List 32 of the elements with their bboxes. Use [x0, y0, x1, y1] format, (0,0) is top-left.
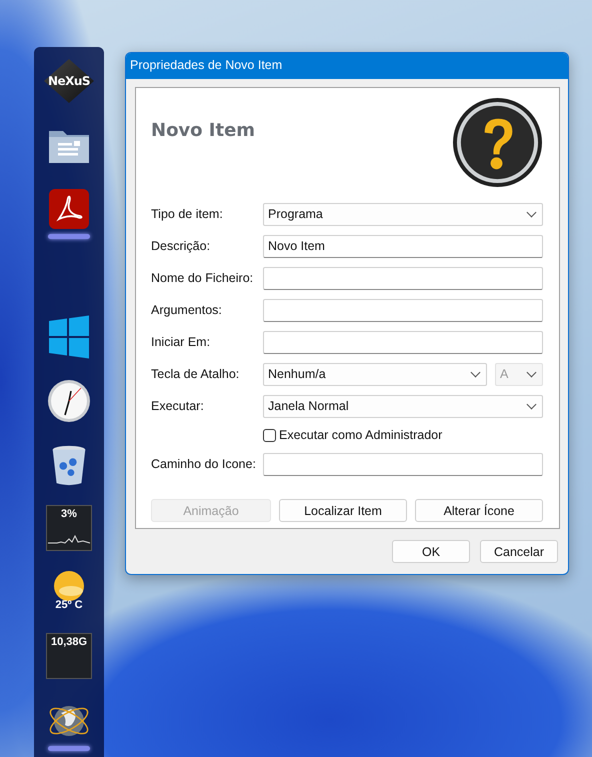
text-field[interactable] [263, 452, 543, 476]
dropdown-field[interactable]: Nenhum/a [263, 362, 487, 386]
text-field[interactable]: Novo Item [263, 234, 543, 258]
field-label: Nome do Ficheiro: [151, 271, 254, 285]
field-label: Iniciar Em: [151, 335, 212, 349]
document-app-icon[interactable] [47, 187, 91, 231]
field-label: Descrição: [151, 239, 212, 253]
checkbox-label: Executar como Administrador [279, 428, 442, 442]
windows-icon[interactable] [47, 315, 91, 359]
field-label: Argumentos: [151, 303, 223, 317]
dialog-button[interactable]: OK [392, 540, 470, 563]
clock-icon[interactable] [47, 379, 91, 423]
text-field[interactable] [263, 330, 543, 354]
field-label: Tipo de item: [151, 207, 224, 221]
dropdown-field[interactable]: Programa [263, 202, 543, 226]
text-field[interactable] [263, 266, 543, 290]
logo-badge[interactable]: NeXuS [44, 59, 94, 103]
admin-checkbox[interactable] [263, 428, 276, 442]
item-title: Novo Item [151, 120, 256, 141]
field-label: Executar: [151, 399, 205, 413]
field-label: Tecla de Atalho: [151, 367, 240, 381]
action-button[interactable]: Localizar Item [279, 499, 407, 522]
weather-widget[interactable]: 25º C [46, 569, 92, 611]
dropdown-field[interactable]: Janela Normal [263, 394, 543, 418]
action-button[interactable]: Alterar Ícone [415, 499, 543, 522]
cpu-meter[interactable]: 3% [46, 505, 92, 551]
question-mark-icon [452, 97, 543, 188]
field-label: Caminho do Icone: [151, 457, 257, 471]
disk-meter[interactable]: 10,38G [46, 633, 92, 679]
window-title: Propriedades de Novo Item [126, 53, 568, 79]
text-field[interactable] [263, 298, 543, 322]
dialog-button[interactable]: Cancelar [480, 540, 558, 563]
